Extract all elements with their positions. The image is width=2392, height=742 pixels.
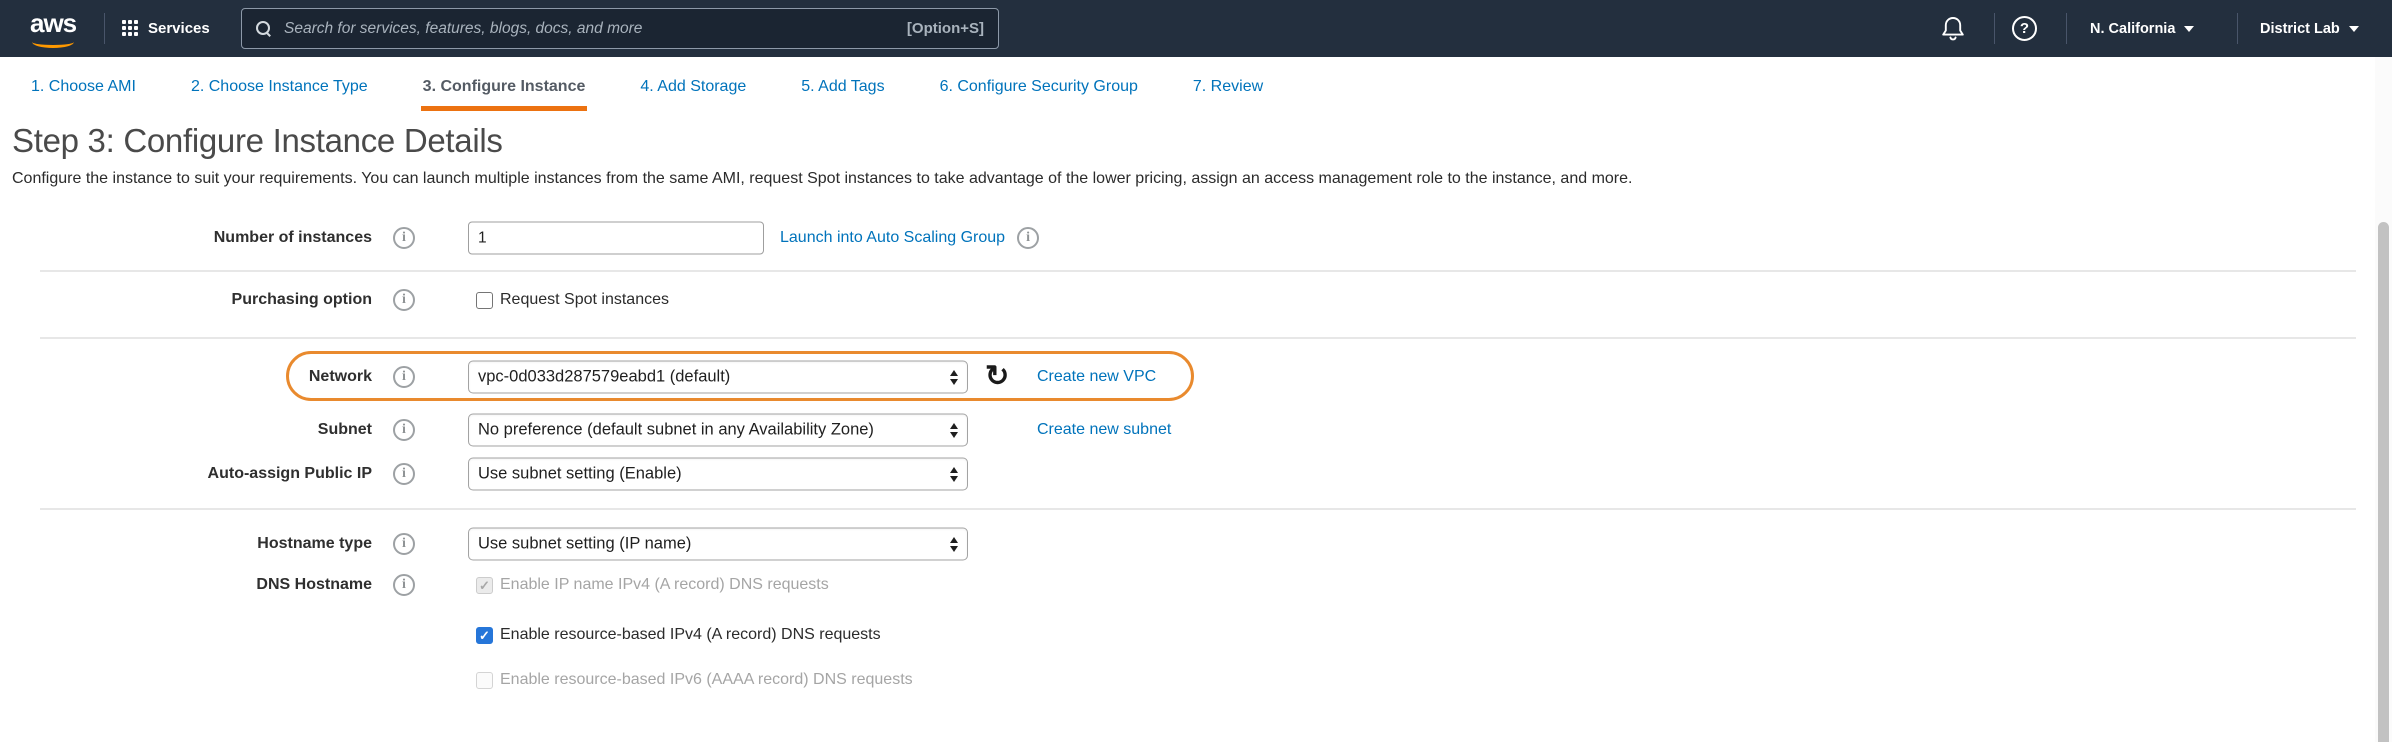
- region-label: N. California: [2090, 21, 2175, 37]
- dns-hostname-label: DNS Hostname: [0, 576, 372, 594]
- hostname-type-value: Use subnet setting (IP name): [478, 535, 691, 554]
- create-new-subnet-link[interactable]: Create new subnet: [1037, 421, 1171, 439]
- asg-link-group: Launch into Auto Scaling Group: [780, 227, 1039, 249]
- tab-review[interactable]: 7. Review: [1191, 57, 1265, 106]
- chevron-down-icon: [2184, 26, 2194, 32]
- services-menu-button[interactable]: Services: [122, 0, 210, 57]
- subnet-label: Subnet: [0, 421, 372, 439]
- row-hostname-type: Hostname type Use subnet setting (IP nam…: [0, 527, 2392, 561]
- row-dns-hostname: DNS Hostname Enable IP name IPv4 (A reco…: [0, 568, 2392, 602]
- auto-assign-public-ip-value: Use subnet setting (Enable): [478, 465, 682, 484]
- hostname-type-label: Hostname type: [0, 535, 372, 553]
- wizard-step-tabs: 1. Choose AMI 2. Choose Instance Type 3.…: [0, 57, 2392, 112]
- enable-resource-ipv6-checkbox: [476, 672, 493, 689]
- network-select[interactable]: vpc-0d033d287579eabd1 (default): [468, 361, 968, 394]
- info-icon[interactable]: [393, 533, 415, 555]
- row-divider: [40, 508, 2356, 510]
- search-placeholder: Search for services, features, blogs, do…: [284, 20, 895, 38]
- region-selector[interactable]: N. California: [2090, 0, 2194, 57]
- network-label: Network: [0, 368, 372, 386]
- aws-logo-text: aws: [30, 10, 94, 36]
- top-navbar: aws Services Search for services, featur…: [0, 0, 2392, 57]
- tab-configure-instance[interactable]: 3. Configure Instance: [421, 57, 588, 111]
- info-icon[interactable]: [393, 289, 415, 311]
- subnet-select[interactable]: No preference (default subnet in any Ava…: [468, 414, 968, 447]
- enable-resource-ipv6-label: Enable resource-based IPv6 (AAAA record)…: [500, 671, 913, 689]
- select-arrows-icon: [950, 467, 958, 482]
- info-icon[interactable]: [393, 574, 415, 596]
- search-icon: [256, 21, 271, 36]
- nav-divider: [1994, 13, 1995, 44]
- help-button[interactable]: [2012, 0, 2037, 57]
- purchasing-option-label: Purchasing option: [0, 291, 372, 309]
- enable-resource-ipv4-label[interactable]: Enable resource-based IPv4 (A record) DN…: [500, 626, 881, 644]
- enable-ip-name-ipv4-label: Enable IP name IPv4 (A record) DNS reque…: [500, 576, 829, 594]
- row-network: Network vpc-0d033d287579eabd1 (default) …: [0, 360, 2392, 394]
- row-divider: [40, 270, 2356, 272]
- tab-choose-instance-type[interactable]: 2. Choose Instance Type: [189, 57, 370, 106]
- page-title: Step 3: Configure Instance Details: [12, 122, 503, 160]
- tab-choose-ami[interactable]: 1. Choose AMI: [29, 57, 138, 106]
- select-arrows-icon: [950, 537, 958, 552]
- tab-add-storage[interactable]: 4. Add Storage: [638, 57, 748, 106]
- select-arrows-icon: [950, 370, 958, 385]
- launch-into-asg-link[interactable]: Launch into Auto Scaling Group: [780, 229, 1005, 247]
- nav-divider: [2237, 13, 2238, 44]
- enable-resource-ipv4-checkbox[interactable]: [476, 627, 493, 644]
- help-icon: [2012, 16, 2037, 41]
- row-dns-resource-ipv6: Enable resource-based IPv6 (AAAA record)…: [0, 663, 2392, 697]
- bell-icon: [1940, 15, 1966, 43]
- number-of-instances-input[interactable]: [468, 222, 764, 255]
- account-selector[interactable]: District Lab: [2260, 0, 2359, 57]
- aws-smile-icon: [32, 36, 74, 48]
- search-input[interactable]: Search for services, features, blogs, do…: [241, 8, 999, 49]
- services-grid-icon: [122, 20, 139, 37]
- nav-divider: [104, 13, 105, 44]
- network-selected-value: vpc-0d033d287579eabd1 (default): [478, 368, 730, 387]
- subnet-selected-value: No preference (default subnet in any Ava…: [478, 421, 874, 440]
- request-spot-instances-label[interactable]: Request Spot instances: [500, 291, 669, 309]
- tab-add-tags[interactable]: 5. Add Tags: [799, 57, 886, 106]
- page-description: Configure the instance to suit your requ…: [12, 170, 2292, 188]
- create-new-vpc-link[interactable]: Create new VPC: [1037, 368, 1156, 386]
- select-arrows-icon: [950, 423, 958, 438]
- refresh-vpc-icon[interactable]: [985, 363, 1009, 392]
- vertical-scrollbar-track[interactable]: [2375, 57, 2392, 742]
- info-icon[interactable]: [1017, 227, 1039, 249]
- number-of-instances-label: Number of instances: [0, 229, 372, 247]
- auto-assign-public-ip-select[interactable]: Use subnet setting (Enable): [468, 458, 968, 491]
- row-divider: [40, 337, 2356, 339]
- hostname-type-select[interactable]: Use subnet setting (IP name): [468, 528, 968, 561]
- row-purchasing-option: Purchasing option Request Spot instances: [0, 283, 2392, 317]
- request-spot-instances-checkbox[interactable]: [476, 292, 493, 309]
- row-number-of-instances: Number of instances Launch into Auto Sca…: [0, 221, 2392, 255]
- info-icon[interactable]: [393, 366, 415, 388]
- nav-divider: [2066, 13, 2067, 44]
- services-label: Services: [148, 20, 210, 37]
- row-dns-resource-ipv4: Enable resource-based IPv4 (A record) DN…: [0, 618, 2392, 652]
- search-shortcut-hint: [Option+S]: [907, 20, 984, 37]
- enable-ip-name-ipv4-checkbox: [476, 577, 493, 594]
- info-icon[interactable]: [393, 227, 415, 249]
- row-subnet: Subnet No preference (default subnet in …: [0, 413, 2392, 447]
- account-label: District Lab: [2260, 21, 2340, 37]
- row-auto-assign-public-ip: Auto-assign Public IP Use subnet setting…: [0, 457, 2392, 491]
- aws-logo[interactable]: aws: [30, 10, 94, 50]
- vertical-scrollbar-thumb[interactable]: [2378, 222, 2389, 742]
- notifications-button[interactable]: [1940, 0, 1966, 57]
- ec2-launch-wizard-screen: aws Services Search for services, featur…: [0, 0, 2392, 742]
- auto-assign-public-ip-label: Auto-assign Public IP: [0, 465, 372, 483]
- info-icon[interactable]: [393, 419, 415, 441]
- info-icon[interactable]: [393, 463, 415, 485]
- chevron-down-icon: [2349, 26, 2359, 32]
- tab-configure-security-group[interactable]: 6. Configure Security Group: [938, 57, 1140, 106]
